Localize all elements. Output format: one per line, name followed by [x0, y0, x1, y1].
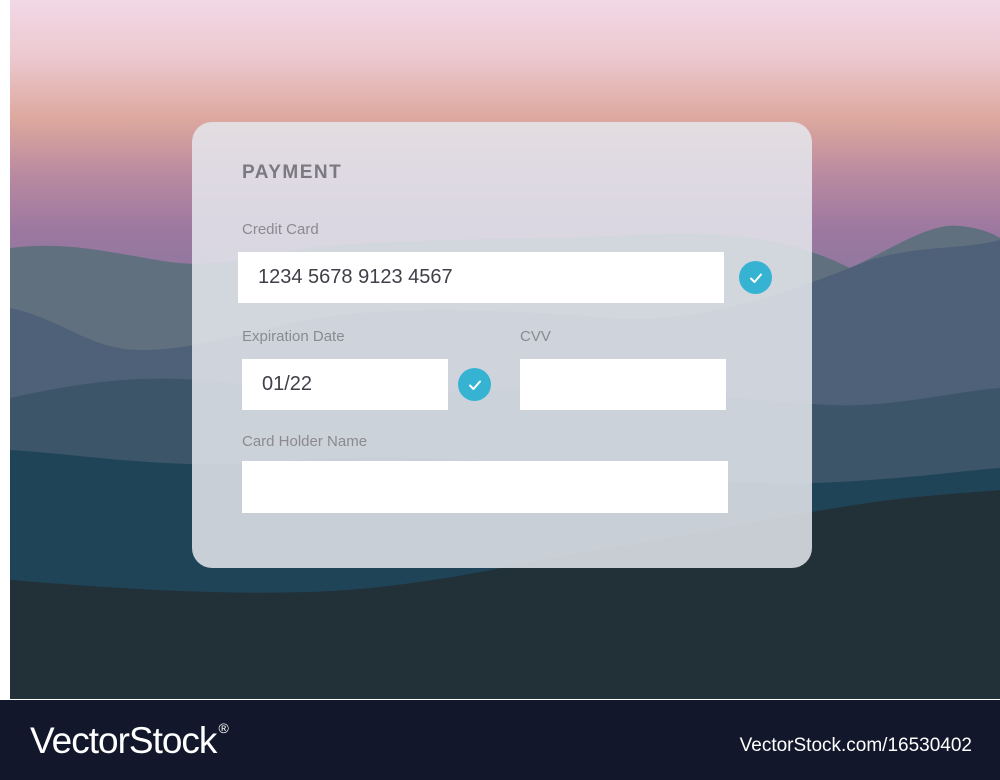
watermark-bar: VectorStock ® VectorStock.com/16530402	[0, 700, 1000, 780]
expiration-valid-check-icon	[458, 368, 491, 401]
cvv-input[interactable]	[520, 359, 726, 410]
registered-mark: ®	[218, 720, 228, 736]
watermark-brand-text: VectorStock	[30, 720, 217, 761]
cvv-label: CVV	[520, 328, 551, 345]
card-holder-name-input[interactable]	[242, 461, 728, 513]
credit-card-label: Credit Card	[242, 221, 319, 238]
credit-card-input[interactable]: 1234 5678 9123 4567	[238, 252, 724, 303]
watermark-logo: VectorStock ®	[30, 720, 229, 762]
expiration-date-label: Expiration Date	[242, 328, 345, 345]
credit-card-valid-check-icon	[739, 261, 772, 294]
expiration-date-input[interactable]: 01/22	[242, 359, 448, 410]
payment-card: PAYMENT Credit Card 1234 5678 9123 4567 …	[192, 122, 812, 568]
watermark-image-id: VectorStock.com/16530402	[739, 735, 972, 756]
form-title: PAYMENT	[242, 162, 343, 183]
card-holder-name-label: Card Holder Name	[242, 433, 368, 450]
